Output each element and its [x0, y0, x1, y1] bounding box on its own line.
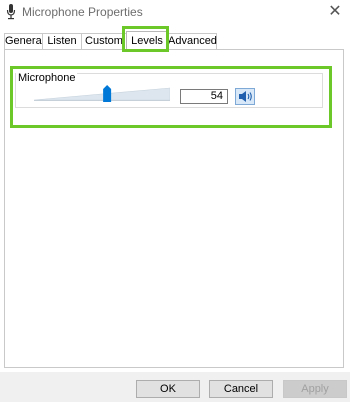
window-title: Microphone Properties [22, 5, 143, 19]
ok-button[interactable]: OK [136, 380, 200, 398]
dialog-footer: OK Cancel Apply [0, 372, 350, 402]
tab-advanced[interactable]: Advanced [167, 33, 217, 49]
close-button[interactable]: ✕ [324, 2, 346, 22]
tab-highlight-annotation [122, 26, 169, 52]
apply-button[interactable]: Apply [283, 380, 347, 398]
tab-general[interactable]: General [4, 33, 44, 49]
tab-custom[interactable]: Custom [81, 33, 127, 49]
microphone-icon [6, 4, 16, 20]
cancel-button[interactable]: Cancel [209, 380, 273, 398]
title-bar: Microphone Properties ✕ [0, 0, 350, 24]
tab-listen[interactable]: Listen [42, 33, 82, 49]
close-icon: ✕ [328, 3, 342, 20]
group-highlight-annotation [10, 66, 332, 128]
